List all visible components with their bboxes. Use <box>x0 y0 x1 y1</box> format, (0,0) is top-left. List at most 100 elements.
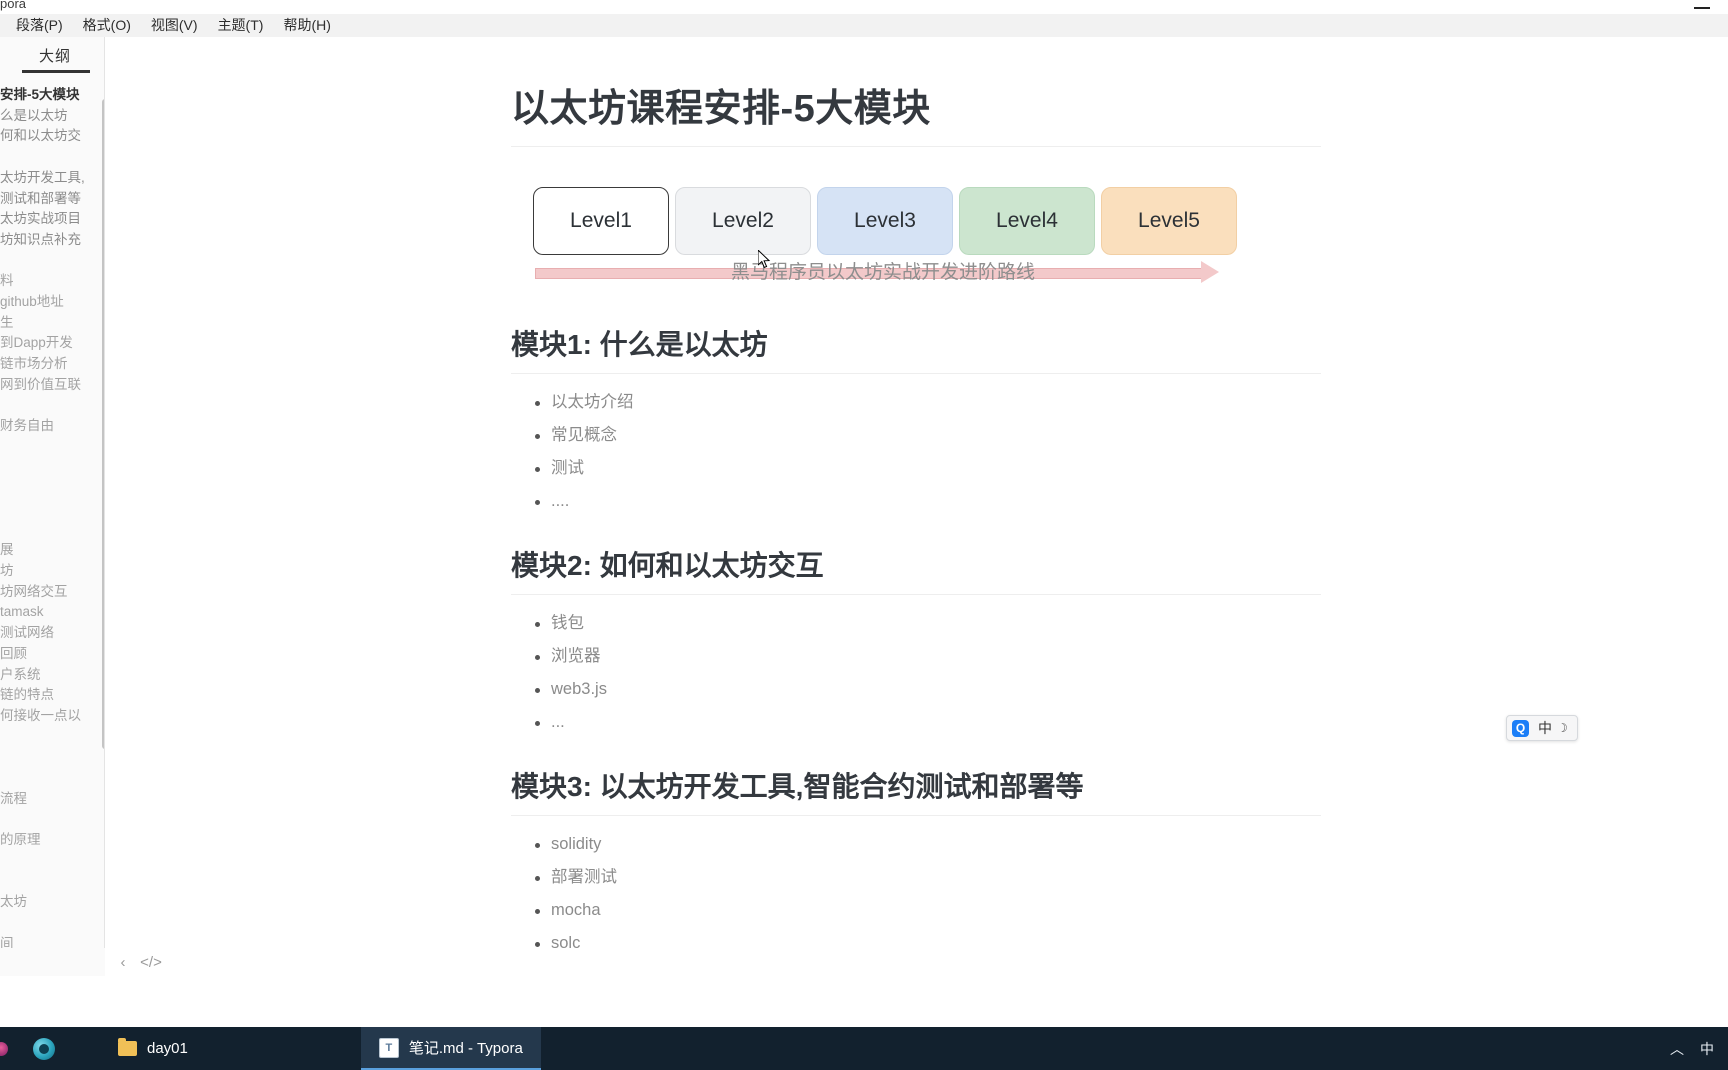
outline-item[interactable]: 料 <box>0 271 104 292</box>
outline-item[interactable]: 生 <box>0 313 104 334</box>
sidebar-statusbar <box>0 948 105 976</box>
window-minimize-button[interactable] <box>1690 2 1716 14</box>
outline-sidebar: 大纲 安排-5大模块 么是以太坊 何和以太坊交 太坊开发工具, 测试和部署等 太坊实战项… <box>0 37 110 948</box>
outline-item[interactable]: github地址 <box>0 292 104 313</box>
app-icon-partial[interactable] <box>0 1041 8 1056</box>
outline-item[interactable]: 何和以太坊交 <box>0 126 104 147</box>
outline-item[interactable]: 太坊 <box>0 892 104 913</box>
level-box-5: Level5 <box>1101 187 1237 255</box>
list-item: 测试 <box>535 452 1321 485</box>
outline-item[interactable]: 回顾 <box>0 644 104 665</box>
taskbar-button[interactable]: T 笔记.md - Typora <box>360 1027 541 1070</box>
outline-item[interactable]: 间 <box>0 934 104 948</box>
outline-spacer <box>0 913 104 934</box>
taskbar-app-icon[interactable] <box>20 1027 68 1070</box>
outline-item[interactable]: 何接收一点以 <box>0 706 104 727</box>
taskbar-task-list: day01 T 笔记.md - Typora <box>100 1027 541 1070</box>
outline-spacer <box>0 251 104 272</box>
module-heading: 模块3: 以太坊开发工具,智能合约测试和部署等 <box>511 739 1321 816</box>
outline-item[interactable]: 坊知识点补充 <box>0 230 104 251</box>
window-titlebar: pora <box>0 0 1728 14</box>
outline-item[interactable]: 太坊实战项目 <box>0 209 104 230</box>
roadmap-arrow-head <box>1201 261 1219 283</box>
outline-spacer <box>0 520 104 541</box>
taskbar-button-label: day01 <box>147 1040 188 1057</box>
outline-title-underline <box>22 70 90 73</box>
desktop-root: pora 段落(P) 格式(O) 视图(V) 主题(T) 帮助(H) 大纲 安排-5大模… <box>0 0 1728 1070</box>
outline-header: 大纲 <box>0 45 110 66</box>
list-item: 部署测试 <box>535 861 1321 894</box>
outline-title: 大纲 <box>38 48 71 65</box>
source-code-icon[interactable]: </> <box>137 949 165 975</box>
ime-logo-icon: Q <box>1512 719 1529 737</box>
level-box-3: Level3 <box>817 187 953 255</box>
outline-item[interactable]: 的原理 <box>0 830 104 851</box>
outline-item[interactable]: 安排-5大模块 <box>0 85 104 106</box>
ime-language-indicator[interactable]: 中 <box>1700 1039 1714 1059</box>
list-item: 钱包 <box>535 607 1321 640</box>
outline-spacer <box>0 478 104 499</box>
outline-spacer <box>0 458 104 479</box>
outline-spacer <box>0 768 104 789</box>
outline-spacer <box>0 747 104 768</box>
menubar: 段落(P) 格式(O) 视图(V) 主题(T) 帮助(H) <box>0 14 1728 37</box>
module-item-list: 钱包 浏览器 web3.js... <box>511 607 1321 739</box>
outline-item[interactable]: 网到价值互联 <box>0 375 104 396</box>
roadmap-arrow-label: 黑马程序员以太坊实战开发进阶路线 <box>731 262 1036 283</box>
taskbar-edge-icon[interactable] <box>0 1027 14 1070</box>
menu-paragraph[interactable]: 段落(P) <box>6 14 73 37</box>
list-item: solc <box>535 927 1321 948</box>
module-sections: 模块1: 什么是以太坊 以太坊介绍 常见概念 测试.... 模块2: 如何和以太坊交互钱… <box>511 297 1321 948</box>
level-box-1: Level1 <box>533 187 669 255</box>
moon-icon[interactable]: ☽ <box>1557 721 1568 735</box>
outline-item[interactable]: 链市场分析 <box>0 354 104 375</box>
list-item: 浏览器 <box>535 640 1321 673</box>
taskbar-button[interactable]: day01 <box>100 1027 206 1070</box>
list-item: ... <box>535 706 1321 739</box>
menu-view[interactable]: 视图(V) <box>141 14 208 37</box>
outline-item[interactable]: 财务自由 <box>0 416 104 437</box>
menu-theme[interactable]: 主题(T) <box>208 14 274 37</box>
outline-item[interactable]: 坊 <box>0 561 104 582</box>
outline-item[interactable]: 到Dapp开发 <box>0 333 104 354</box>
media-app-icon[interactable] <box>33 1037 55 1060</box>
taskbar: day01 T 笔记.md - Typora ︿ 中 <box>0 1027 1728 1070</box>
outline-item[interactable]: 展 <box>0 540 104 561</box>
level-box-2: Level2 <box>675 187 811 255</box>
typora-icon: T <box>378 1037 399 1058</box>
outline-item[interactable]: tamask <box>0 602 104 623</box>
outline-item[interactable]: 流程 <box>0 789 104 810</box>
outline-spacer <box>0 437 104 458</box>
editor-statusbar: ‹ </> <box>105 948 1728 976</box>
list-item: web3.js <box>535 673 1321 706</box>
menu-help[interactable]: 帮助(H) <box>273 14 340 37</box>
ime-floating-bar[interactable]: Q 中 ☽ <box>1506 715 1578 741</box>
list-item: 常见概念 <box>535 419 1321 452</box>
level-box-4: Level4 <box>959 187 1095 255</box>
outline-item[interactable]: 测试网络 <box>0 623 104 644</box>
ime-mode-label[interactable]: 中 <box>1538 718 1552 738</box>
outline-spacer <box>0 147 104 168</box>
outline-item[interactable]: 么是以太坊 <box>0 106 104 127</box>
folder-icon <box>118 1038 137 1056</box>
outline-item[interactable]: 户系统 <box>0 665 104 686</box>
outline-item[interactable]: 太坊开发工具, <box>0 168 104 189</box>
level-box-row: Level1 Level2 Level3 Level4 Level5 <box>533 187 1237 255</box>
roadmap-graphic: Level1 Level2 Level3 Level4 Level5 黑马程序员以太坊实… <box>533 187 1293 297</box>
outline-spacer <box>0 809 104 830</box>
outline-spacer <box>0 851 104 872</box>
chevron-left-icon[interactable]: ‹ <box>109 949 137 975</box>
outline-item[interactable]: 坊网络交互 <box>0 582 104 603</box>
taskbar-button-label: 笔记.md - Typora <box>408 1040 523 1057</box>
outline-spacer <box>0 727 104 748</box>
outline-item[interactable]: 链的特点 <box>0 685 104 706</box>
show-hidden-icons-icon[interactable]: ︿ <box>1670 1039 1684 1059</box>
outline-spacer <box>0 872 104 893</box>
menu-format[interactable]: 格式(O) <box>73 14 141 37</box>
window-title: pora <box>0 0 27 11</box>
outline-spacer <box>0 499 104 520</box>
editor-area[interactable]: 以太坊课程安排-5大模块 Level1 Level2 Level3 Level4 Lev… <box>105 37 1728 948</box>
list-item: mocha <box>535 894 1321 927</box>
outline-item[interactable]: 测试和部署等 <box>0 189 104 210</box>
document-body: 以太坊课程安排-5大模块 Level1 Level2 Level3 Level4 Lev… <box>511 55 1321 948</box>
